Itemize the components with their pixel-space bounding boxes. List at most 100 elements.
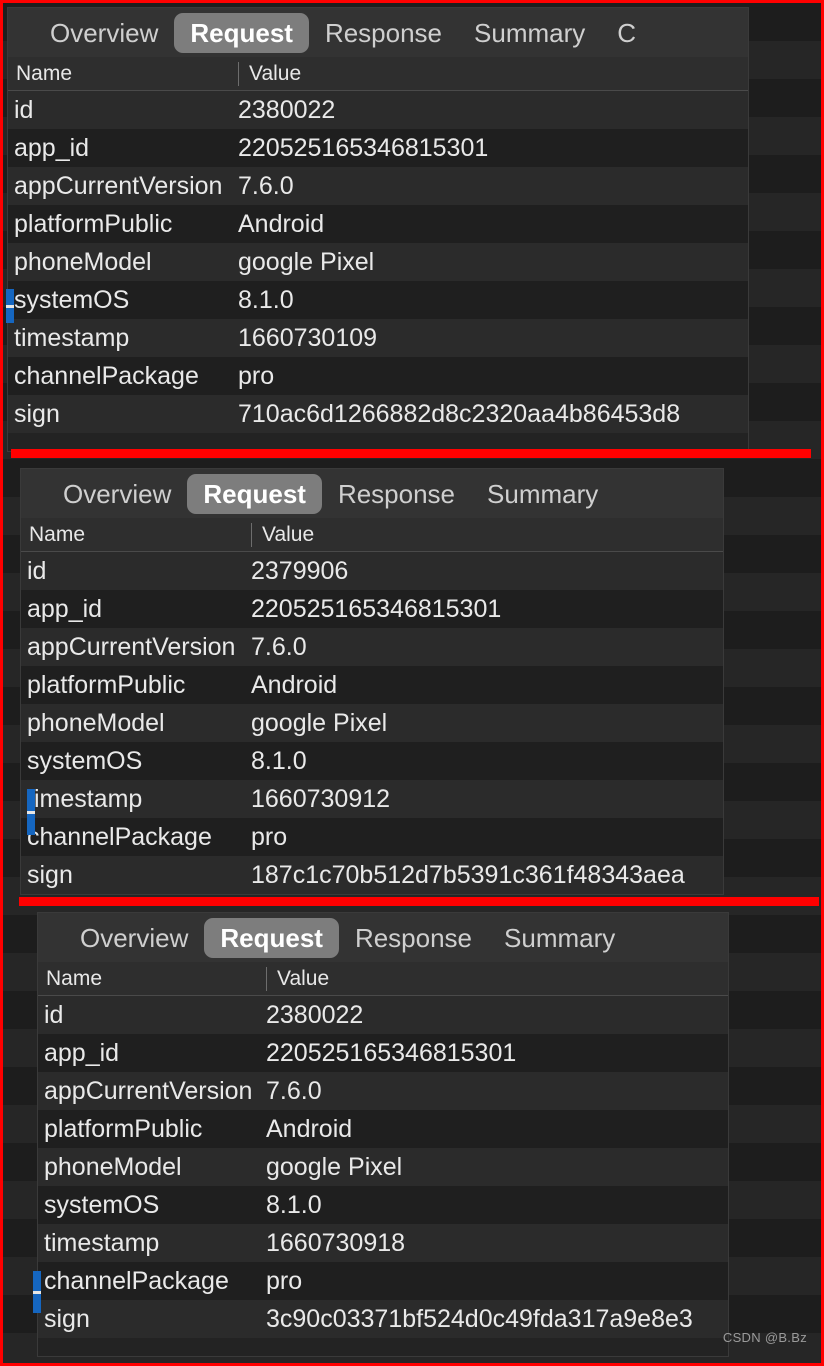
cell-value: pro: [266, 1266, 303, 1295]
cell-name: id: [14, 95, 34, 124]
table-row[interactable]: appCurrentVersion 7.6.0: [8, 167, 748, 205]
column-header-value: Value: [251, 522, 314, 547]
cell-name: appCurrentVersion: [44, 1076, 253, 1105]
table-row[interactable]: timestamp 1660730912: [21, 780, 723, 818]
tab-request[interactable]: Request: [174, 12, 309, 53]
table-row[interactable]: phoneModel google Pixel: [21, 704, 723, 742]
table-row[interactable]: systemOS 8.1.0: [21, 742, 723, 780]
table-row[interactable]: channelPackage pro: [38, 1262, 728, 1300]
param-rows-3: id 2380022 app_id 220525165346815301 appCurr…: [38, 996, 728, 1338]
tab-request[interactable]: Request: [204, 917, 339, 958]
table-row[interactable]: phoneModel google Pixel: [38, 1148, 728, 1186]
column-header-value: Value: [266, 966, 329, 991]
cell-value: pro: [251, 822, 288, 851]
tab-overview[interactable]: Overview: [47, 474, 187, 514]
param-rows-1: id 2380022 app_id 220525165346815301 appCurr…: [8, 91, 748, 433]
tab-response[interactable]: Response: [309, 13, 458, 53]
cell-name: sign: [27, 860, 73, 889]
table-row[interactable]: id 2380022: [8, 91, 748, 129]
tab-bar-2: Overview Request Response Summary: [21, 469, 723, 518]
cell-value: 7.6.0: [266, 1076, 322, 1105]
request-detail-panel-1: Overview Request Response Summary C Name…: [8, 8, 748, 451]
scrollbar-thumb-3[interactable]: [33, 1271, 41, 1313]
cell-value: 220525165346815301: [238, 133, 489, 162]
table-row[interactable]: channelPackage pro: [8, 357, 748, 395]
cell-value: Android: [266, 1114, 353, 1143]
table-row[interactable]: platformPublic Android: [38, 1110, 728, 1148]
cell-value: 7.6.0: [251, 632, 307, 661]
cell-name: appCurrentVersion: [14, 171, 223, 200]
tab-overview[interactable]: Overview: [64, 918, 204, 958]
table-row[interactable]: timestamp 1660730918: [38, 1224, 728, 1262]
cell-name: sign: [14, 399, 60, 428]
tab-summary[interactable]: Summary: [488, 918, 631, 958]
table-row[interactable]: timestamp 1660730109: [8, 319, 748, 357]
table-row[interactable]: channelPackage pro: [21, 818, 723, 856]
cell-name: channelPackage: [14, 361, 199, 390]
table-row[interactable]: id 2380022: [38, 996, 728, 1034]
cell-name: id: [27, 556, 47, 585]
cell-value: pro: [238, 361, 275, 390]
tab-response[interactable]: Response: [322, 474, 471, 514]
table-row[interactable]: systemOS 8.1.0: [8, 281, 748, 319]
table-row[interactable]: appCurrentVersion 7.6.0: [38, 1072, 728, 1110]
table-row[interactable]: app_id 220525165346815301: [8, 129, 748, 167]
cell-value: 7.6.0: [238, 171, 294, 200]
cell-name: id: [44, 1000, 64, 1029]
cell-value: 1660730918: [266, 1228, 406, 1257]
tab-summary[interactable]: Summary: [471, 474, 614, 514]
cell-name: channelPackage: [44, 1266, 229, 1295]
cell-name: channelPackage: [27, 822, 212, 851]
cell-value: 8.1.0: [266, 1190, 322, 1219]
cell-value: 1660730109: [238, 323, 378, 352]
cell-name: appCurrentVersion: [27, 632, 236, 661]
table-row[interactable]: appCurrentVersion 7.6.0: [21, 628, 723, 666]
app-window: Overview Request Response Summary C Name…: [0, 0, 824, 1366]
table-row[interactable]: app_id 220525165346815301: [38, 1034, 728, 1072]
cell-name: platformPublic: [27, 670, 186, 699]
red-separator-1: [11, 449, 811, 458]
table-row[interactable]: platformPublic Android: [8, 205, 748, 243]
scrollbar-thumb-1[interactable]: [6, 289, 14, 323]
table-row[interactable]: sign 187c1c70b512d7b5391c361f48343aea: [21, 856, 723, 894]
cell-name: app_id: [14, 133, 90, 162]
column-header-name: Name: [46, 966, 103, 990]
scrollbar-thumb-2[interactable]: [27, 789, 35, 835]
cell-value: google Pixel: [251, 708, 388, 737]
cell-value: 710ac6d1266882d8c2320aa4b86453d8: [238, 399, 681, 428]
param-rows-2: id 2379906 app_id 220525165346815301 appCurr…: [21, 552, 723, 894]
cell-name: phoneModel: [14, 247, 152, 276]
tab-summary[interactable]: Summary: [458, 13, 601, 53]
table-row[interactable]: systemOS 8.1.0: [38, 1186, 728, 1224]
column-header-3: Name Value: [38, 962, 728, 996]
table-row[interactable]: id 2379906: [21, 552, 723, 590]
tab-request[interactable]: Request: [187, 473, 322, 514]
panel-tail-3: [38, 1338, 728, 1356]
cell-value: 1660730912: [251, 784, 391, 813]
watermark: CSDN @B.Bz: [722, 1330, 807, 1345]
cell-value: 220525165346815301: [251, 594, 502, 623]
tab-bar-1: Overview Request Response Summary C: [8, 8, 748, 57]
table-row[interactable]: app_id 220525165346815301: [21, 590, 723, 628]
cell-name: timestamp: [27, 784, 143, 813]
tab-bar-3: Overview Request Response Summary: [38, 913, 728, 962]
cell-value: Android: [251, 670, 338, 699]
tab-overview[interactable]: Overview: [34, 13, 174, 53]
cell-value: 8.1.0: [238, 285, 294, 314]
column-header-2: Name Value: [21, 518, 723, 552]
table-row[interactable]: platformPublic Android: [21, 666, 723, 704]
cell-value: google Pixel: [266, 1152, 403, 1181]
column-header-1: Name Value: [8, 57, 748, 91]
cell-name: phoneModel: [44, 1152, 182, 1181]
table-row[interactable]: sign 710ac6d1266882d8c2320aa4b86453d8: [8, 395, 748, 433]
tab-cookies[interactable]: C: [601, 13, 652, 53]
table-row[interactable]: phoneModel google Pixel: [8, 243, 748, 281]
cell-name: systemOS: [14, 285, 130, 314]
red-separator-2: [19, 897, 819, 906]
cell-name: app_id: [44, 1038, 120, 1067]
cell-value: 2379906: [251, 556, 349, 585]
tab-response[interactable]: Response: [339, 918, 488, 958]
table-row[interactable]: sign 3c90c03371bf524d0c49fda317a9e8e3: [38, 1300, 728, 1338]
cell-name: timestamp: [44, 1228, 160, 1257]
cell-name: app_id: [27, 594, 103, 623]
